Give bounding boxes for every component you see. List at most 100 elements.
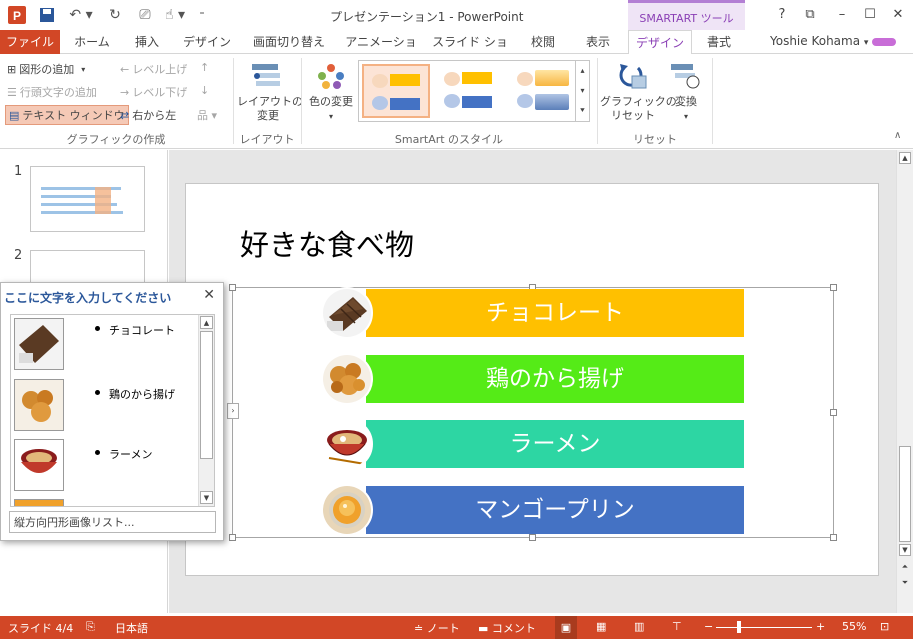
- maximize-icon[interactable]: ☐: [858, 4, 882, 26]
- zoom-level[interactable]: 55%: [842, 620, 866, 633]
- resize-handle[interactable]: [229, 284, 236, 291]
- redo-icon[interactable]: ↻: [104, 5, 126, 25]
- add-bullet-button[interactable]: ☰ 行頭文字の追加: [7, 84, 97, 100]
- text-pane-item[interactable]: 鶏のから揚げ: [109, 386, 175, 402]
- convert-button[interactable]: 変換 ▾: [666, 95, 706, 124]
- text-pane-list[interactable]: チョコレート 鶏のから揚げ ラーメン ▲ ▼: [10, 314, 215, 507]
- layout-hierarchy-icon[interactable]: 品 ▾: [197, 107, 217, 123]
- next-slide-icon[interactable]: ⏷: [899, 578, 911, 590]
- chocolate-photo-icon[interactable]: [321, 287, 373, 339]
- tab-view[interactable]: 表示: [576, 30, 620, 54]
- chocolate-thumbnail-icon[interactable]: [14, 318, 64, 370]
- tab-animations[interactable]: アニメーション: [340, 30, 422, 73]
- scroll-thumb[interactable]: [200, 331, 213, 459]
- zoom-slider[interactable]: [716, 627, 812, 628]
- scroll-down-icon[interactable]: ▼: [200, 491, 213, 504]
- zoom-out-icon[interactable]: −: [704, 620, 713, 633]
- undo-icon[interactable]: ↶ ▾: [66, 5, 96, 25]
- collapse-ribbon-icon[interactable]: ∧: [894, 130, 901, 141]
- ribbon: ⊞ 図形の追加 ▾ ☰ 行頭文字の追加 ▤ テキスト ウィンドウ ← レベル上げ → レベル…: [0, 54, 913, 149]
- resize-handle[interactable]: [529, 534, 536, 541]
- reset-graphic-button[interactable]: グラフィックの リセット: [600, 95, 677, 123]
- smartart-style-gallery[interactable]: ▴ ▾ ⯆: [358, 60, 590, 122]
- slide-sorter-icon[interactable]: ▦: [596, 620, 606, 633]
- resize-handle[interactable]: [830, 409, 837, 416]
- zoom-in-icon[interactable]: +: [816, 620, 825, 633]
- promote-button[interactable]: ← レベル上げ: [120, 61, 187, 77]
- spelling-icon[interactable]: ⎘: [86, 620, 95, 634]
- tab-insert[interactable]: 挿入: [122, 30, 172, 54]
- user-account[interactable]: Yoshie Kohama ▾: [770, 34, 897, 48]
- normal-view-icon[interactable]: ▣: [555, 616, 577, 639]
- change-layout-button[interactable]: レイアウトの 変更: [237, 95, 303, 123]
- resize-handle[interactable]: [830, 284, 837, 291]
- customize-toolbar-icon[interactable]: ⁼: [194, 5, 210, 25]
- slide-title[interactable]: 好きな食べ物: [240, 222, 414, 264]
- move-down-icon[interactable]: ↓: [200, 84, 209, 97]
- ramen-thumbnail-icon[interactable]: [14, 439, 64, 491]
- tab-transitions[interactable]: 画面切り替え: [243, 30, 335, 54]
- text-pane-button[interactable]: ▤ テキスト ウィンドウ: [5, 105, 129, 125]
- previous-slide-icon[interactable]: ⏶: [899, 562, 911, 574]
- vertical-scrollbar[interactable]: ▲ ▼ ⏶ ⏷: [896, 150, 913, 613]
- zoom-slider-thumb[interactable]: [737, 621, 741, 633]
- resize-handle[interactable]: [229, 534, 236, 541]
- touch-mode-icon[interactable]: ☝ ▾: [160, 5, 190, 25]
- gallery-scroll-down-icon[interactable]: ▾: [575, 81, 589, 101]
- fried-chicken-photo-icon[interactable]: [321, 353, 373, 405]
- style-option-3[interactable]: [509, 64, 577, 118]
- scroll-up-icon[interactable]: ▲: [899, 152, 911, 164]
- tab-review[interactable]: 校閲: [522, 30, 564, 54]
- tab-design[interactable]: デザイン: [177, 30, 237, 54]
- text-pane-scrollbar[interactable]: ▲ ▼: [198, 315, 214, 506]
- gallery-more-icon[interactable]: ⯆: [575, 101, 589, 121]
- text-pane-item[interactable]: チョコレート: [109, 322, 175, 338]
- language-indicator[interactable]: 日本語: [115, 620, 148, 636]
- minimize-icon[interactable]: –: [830, 4, 854, 26]
- smartart-item-2[interactable]: 鶏のから揚げ: [366, 355, 744, 403]
- help-icon[interactable]: ?: [770, 4, 794, 26]
- ribbon-display-icon[interactable]: ⧉: [798, 4, 822, 26]
- smartart-item-1[interactable]: チョコレート: [366, 289, 744, 337]
- scroll-up-icon[interactable]: ▲: [200, 316, 213, 329]
- mango-pudding-photo-icon[interactable]: [321, 484, 373, 536]
- text-pane-toggle-icon[interactable]: ›: [227, 403, 239, 419]
- right-to-left-button[interactable]: ⇄ 右から左: [120, 107, 176, 123]
- tab-smartart-design[interactable]: デザイン: [628, 30, 692, 55]
- powerpoint-logo-icon: P: [6, 5, 28, 25]
- slide-thumbnail-1[interactable]: [30, 166, 145, 232]
- gallery-scroll-up-icon[interactable]: ▴: [575, 61, 589, 81]
- reading-view-icon[interactable]: ▥: [634, 620, 644, 633]
- comments-button[interactable]: ▬ コメント: [478, 620, 536, 636]
- slide-thumbnail-2[interactable]: [30, 250, 145, 283]
- tab-slideshow[interactable]: スライド ショー: [428, 30, 512, 73]
- resize-handle[interactable]: [830, 534, 837, 541]
- save-icon[interactable]: [36, 5, 58, 25]
- scroll-down-icon[interactable]: ▼: [899, 544, 911, 556]
- style-option-1[interactable]: [362, 64, 430, 118]
- smartart-item-3[interactable]: ラーメン: [366, 420, 744, 468]
- tab-file[interactable]: ファイル: [0, 30, 60, 54]
- text-pane-item[interactable]: ラーメン: [109, 446, 153, 462]
- slideshow-icon[interactable]: ⊤: [672, 620, 682, 633]
- tab-home[interactable]: ホーム: [66, 30, 118, 54]
- presenter-icon[interactable]: ⎚: [134, 5, 156, 25]
- add-shape-button[interactable]: ⊞ 図形の追加 ▾: [7, 61, 85, 77]
- layout-name-link[interactable]: 縦方向円形画像リスト...: [9, 511, 216, 533]
- ramen-photo-icon[interactable]: [321, 418, 373, 470]
- smartart-item-4[interactable]: マンゴープリン: [366, 486, 744, 534]
- demote-button[interactable]: → レベル下げ: [120, 84, 187, 100]
- fit-to-window-icon[interactable]: ⊡: [880, 620, 889, 633]
- tab-format[interactable]: 書式: [696, 30, 742, 54]
- close-icon[interactable]: ✕: [886, 4, 910, 26]
- move-up-icon[interactable]: ↑: [200, 61, 209, 74]
- scroll-thumb[interactable]: [899, 446, 911, 542]
- close-icon[interactable]: ✕: [203, 287, 215, 303]
- style-option-2[interactable]: [436, 64, 504, 118]
- fried-chicken-thumbnail-icon[interactable]: [14, 379, 64, 431]
- comments-label: コメント: [491, 622, 536, 635]
- notes-button[interactable]: ≐ ノート: [414, 620, 460, 636]
- mango-pudding-thumbnail-icon[interactable]: [14, 499, 64, 506]
- change-colors-button[interactable]: 色の変更 ▾: [304, 95, 358, 124]
- svg-text:P: P: [13, 9, 21, 23]
